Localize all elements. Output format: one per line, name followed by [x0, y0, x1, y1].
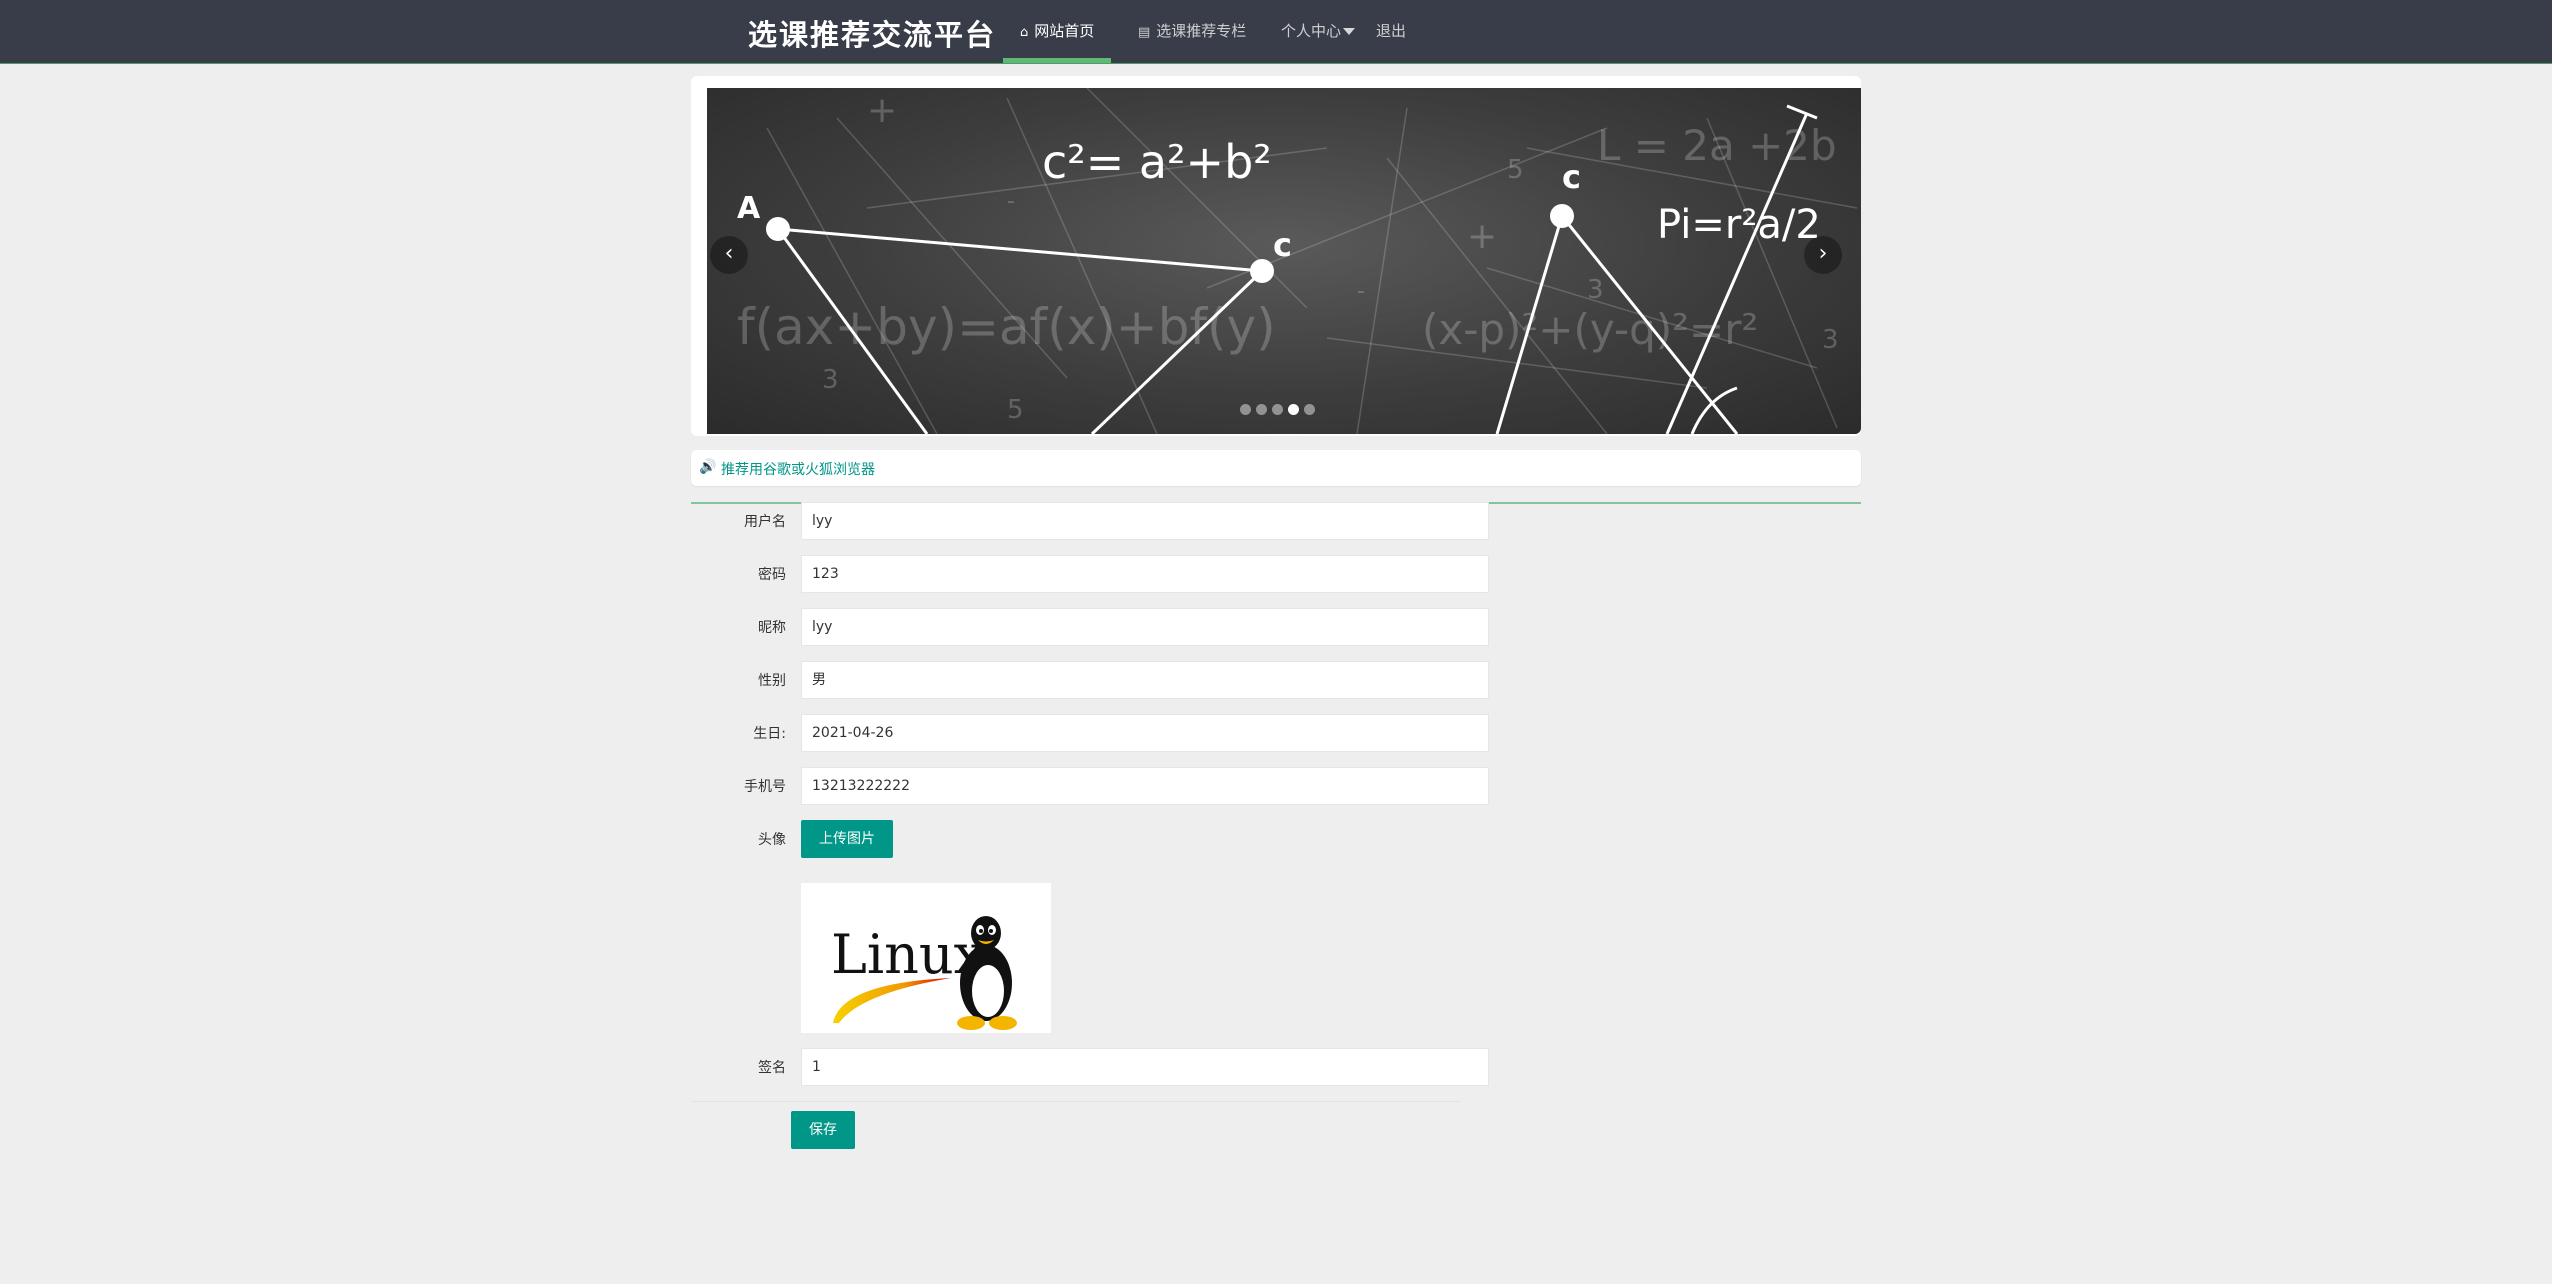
- svg-text:+: +: [1467, 216, 1497, 257]
- birthday-label: 生日:: [753, 726, 786, 742]
- carousel-indicators: [1236, 404, 1316, 418]
- linux-logo-image: Linux: [831, 916, 1017, 1030]
- carousel-dot[interactable]: [1272, 404, 1283, 415]
- gender-label: 性别: [758, 673, 786, 689]
- nickname-field[interactable]: lyy: [801, 608, 1489, 646]
- username-field[interactable]: lyy: [801, 502, 1489, 540]
- svg-text:-: -: [1007, 189, 1015, 214]
- phone-label: 手机号: [744, 779, 786, 795]
- nav-personal-center-label: 个人中心: [1281, 22, 1342, 40]
- svg-text:3: 3: [1822, 325, 1839, 355]
- area-formula: Pi=r²a/2: [1657, 202, 1821, 248]
- password-field[interactable]: 123: [801, 555, 1489, 593]
- nav-personal-center[interactable]: 个人中心: [1281, 0, 1356, 64]
- signature-label: 签名: [758, 1060, 786, 1076]
- chevron-right-icon: ›: [1818, 241, 1828, 266]
- pythagoras-formula: c²= a²+b²: [1042, 135, 1272, 189]
- point-c-label: c: [1273, 226, 1292, 264]
- phone-field[interactable]: 13213222222: [801, 767, 1489, 805]
- caret-down-icon: [1343, 28, 1356, 35]
- point-c-right-label: c: [1562, 158, 1581, 196]
- nav-logout[interactable]: 退出: [1376, 0, 1406, 64]
- speaker-icon: 🔊: [699, 459, 717, 475]
- nickname-label: 昵称: [758, 620, 786, 636]
- formula-circle-text: (x-p)²+(y-q)²=r²: [1422, 305, 1758, 354]
- carousel-dot[interactable]: [1304, 404, 1315, 415]
- username-label: 用户名: [744, 514, 786, 530]
- svg-text:3: 3: [1587, 275, 1604, 305]
- save-button[interactable]: 保存: [791, 1111, 855, 1149]
- svg-text:3: 3: [822, 365, 839, 395]
- home-icon: ⌂: [1020, 25, 1029, 40]
- avatar-label: 头像: [758, 832, 786, 848]
- chalkboard-illustration: + + 5 5 3 3 3 - - f(ax+by)=af(x)+bf(y) (…: [737, 88, 1858, 434]
- svg-text:-: -: [1357, 279, 1365, 304]
- point-a-label: A: [737, 191, 761, 226]
- carousel-dot-active[interactable]: [1288, 404, 1299, 415]
- signature-field[interactable]: 1: [801, 1048, 1489, 1086]
- carousel-slide[interactable]: + + 5 5 3 3 3 - - f(ax+by)=af(x)+bf(y) (…: [707, 88, 1861, 434]
- top-navbar: 选课推荐交流平台 ⌂ 网站首页 ▤ 选课推荐专栏 个人中心 退出: [0, 0, 2552, 64]
- chevron-left-icon: ‹: [724, 241, 734, 266]
- avatar-preview: Linux: [801, 883, 1051, 1033]
- birthday-field[interactable]: 2021-04-26: [801, 714, 1489, 752]
- svg-text:5: 5: [1007, 395, 1024, 425]
- nav-course-column-label: 选课推荐专栏: [1156, 22, 1247, 40]
- form-divider-bottom: [691, 1101, 1461, 1102]
- nav-course-column[interactable]: ▤ 选课推荐专栏: [1138, 0, 1246, 64]
- gender-field[interactable]: 男: [801, 661, 1489, 699]
- nav-logout-label: 退出: [1376, 22, 1407, 40]
- carousel-prev-button[interactable]: ‹: [710, 236, 748, 274]
- password-label: 密码: [758, 567, 786, 583]
- svg-text:5: 5: [1507, 155, 1524, 185]
- carousel-next-button[interactable]: ›: [1804, 236, 1842, 274]
- carousel-dot[interactable]: [1240, 404, 1251, 415]
- formula-line-text: f(ax+by)=af(x)+bf(y): [737, 298, 1276, 356]
- nav-active-indicator: [1003, 58, 1111, 63]
- carousel-dot[interactable]: [1256, 404, 1267, 415]
- notice-text: 推荐用谷歌或火狐浏览器: [721, 462, 875, 478]
- site-logo[interactable]: 选课推荐交流平台: [748, 12, 996, 54]
- browser-notice: 🔊 推荐用谷歌或火狐浏览器: [691, 450, 1861, 486]
- svg-text:+: +: [867, 90, 897, 131]
- file-icon: ▤: [1138, 25, 1151, 40]
- nav-home[interactable]: ⌂ 网站首页: [1020, 0, 1094, 64]
- upload-image-button[interactable]: 上传图片: [801, 820, 893, 858]
- nav-home-label: 网站首页: [1034, 22, 1095, 40]
